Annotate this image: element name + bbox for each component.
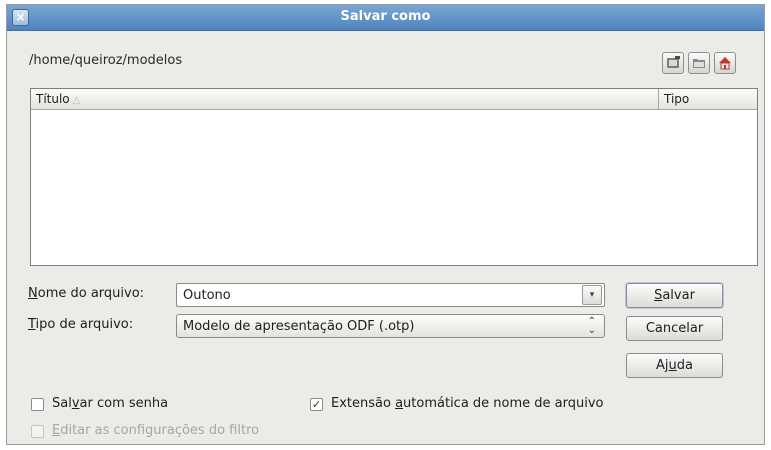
auto-extension-checkbox[interactable]: ✓ bbox=[310, 398, 323, 411]
current-path: /home/queiroz/modelos bbox=[29, 53, 183, 68]
filename-label: Nome do arquivo: bbox=[28, 286, 145, 301]
new-folder-button[interactable] bbox=[662, 52, 684, 74]
file-list-header: Título △ Tipo bbox=[31, 89, 757, 110]
chevron-down-icon: ▾ bbox=[589, 290, 595, 300]
edit-filter-settings-checkbox bbox=[31, 425, 44, 438]
default-directory-icon bbox=[693, 59, 705, 68]
filename-value: Outono bbox=[183, 288, 231, 303]
filetype-label: Tipo de arquivo: bbox=[28, 317, 134, 332]
up-down-arrows-icon: ⌃ ⌄ bbox=[587, 316, 596, 336]
new-folder-icon bbox=[667, 56, 680, 68]
filetype-select[interactable]: Modelo de apresentação ODF (.otp) ⌃ ⌄ bbox=[176, 314, 605, 338]
auto-extension-label[interactable]: Extensão automática de nome de arquivo bbox=[331, 396, 604, 411]
filename-field[interactable]: Outono ▾ bbox=[176, 283, 605, 307]
column-divider[interactable] bbox=[658, 89, 659, 110]
help-button[interactable]: Ajuda bbox=[626, 353, 723, 378]
title-bar[interactable]: × Salvar como bbox=[7, 5, 764, 31]
home-icon bbox=[719, 57, 731, 70]
default-directory-button[interactable] bbox=[688, 52, 710, 74]
column-title-label: Título bbox=[36, 92, 70, 106]
column-header-title[interactable]: Título △ bbox=[36, 92, 80, 106]
filetype-selected: Modelo de apresentação ODF (.otp) bbox=[183, 319, 415, 334]
save-as-dialog: × Salvar como /home/queiroz/modelos Títu… bbox=[6, 4, 765, 445]
file-list[interactable]: Título △ Tipo bbox=[30, 88, 758, 266]
checkmark-icon: ✓ bbox=[311, 398, 322, 411]
filename-dropdown-button[interactable]: ▾ bbox=[582, 285, 602, 305]
sort-ascending-icon: △ bbox=[72, 95, 81, 106]
cancel-button[interactable]: Cancelar bbox=[626, 316, 723, 341]
save-button[interactable]: Salvar bbox=[626, 283, 723, 308]
column-header-type[interactable]: Tipo bbox=[664, 92, 689, 106]
save-with-password-label[interactable]: Salvar com senha bbox=[52, 396, 168, 411]
save-with-password-checkbox[interactable] bbox=[31, 398, 44, 411]
dialog-title: Salvar como bbox=[340, 9, 431, 24]
home-button[interactable] bbox=[714, 52, 736, 74]
edit-filter-settings-label: Editar as configurações do filtro bbox=[52, 423, 260, 438]
